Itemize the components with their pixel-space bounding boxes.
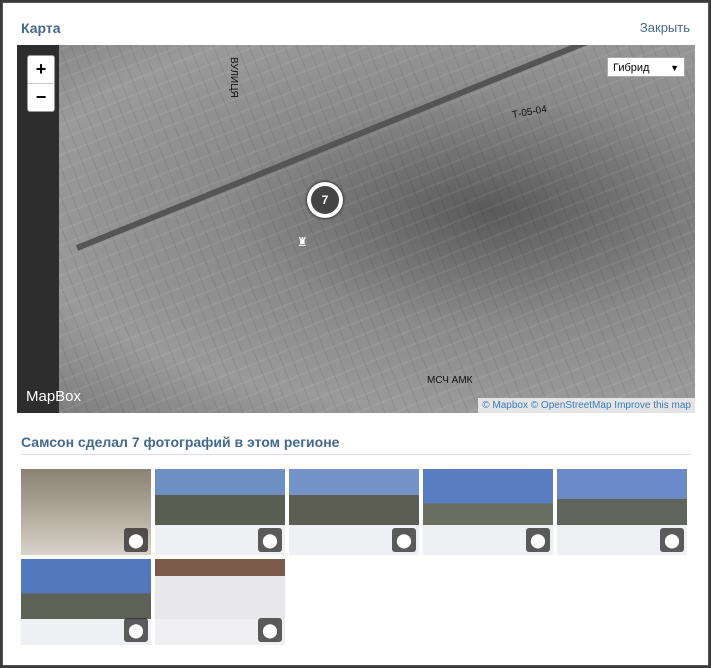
photo-thumbnail[interactable]: ⬤ [423, 469, 553, 555]
zoom-in-button[interactable]: + [28, 56, 54, 83]
photo-cluster-marker[interactable]: 7 [307, 182, 343, 218]
cluster-count: 7 [311, 186, 339, 214]
photo-thumbnail[interactable]: ⬤ [155, 469, 285, 555]
chevron-down-icon: ▼ [670, 63, 679, 73]
osm-link[interactable]: © OpenStreetMap [531, 400, 612, 411]
photo-thumbnail[interactable]: ⬤ [289, 469, 419, 555]
map-label: ВУЛИЦЯ [228, 57, 239, 98]
photos-heading: Самсон сделал 7 фотографий в этом регион… [21, 434, 340, 450]
train-station-icon: ♜ [297, 235, 308, 249]
photo-thumbnail[interactable]: ⬤ [155, 559, 285, 645]
railway [75, 45, 695, 251]
map-view[interactable]: + − Гибрид ▼ ВУЛИЦЯ Т-05-04 МСЧ АМК 7 ♜ M… [17, 45, 695, 413]
map-pin-icon[interactable]: ⬤ [526, 528, 550, 552]
attribution: © Mapbox © OpenStreetMap Improve this ma… [478, 398, 695, 413]
zoom-out-button[interactable]: − [28, 83, 54, 111]
map-label: Т-05-04 [511, 104, 548, 121]
map-pin-icon[interactable]: ⬤ [392, 528, 416, 552]
mapbox-logo: MapBox [26, 388, 82, 405]
photo-thumbnail[interactable]: ⬤ [557, 469, 687, 555]
map-pin-icon[interactable]: ⬤ [124, 618, 148, 642]
photo-thumbnail[interactable]: ⬤ [21, 469, 151, 555]
modal-title: Карта [21, 20, 61, 36]
improve-map-link[interactable]: Improve this map [614, 400, 691, 411]
map-modal: Карта Закрыть + − Гибрид ▼ ВУЛИЦЯ Т-05-04… [2, 2, 709, 666]
map-pin-icon[interactable]: ⬤ [660, 528, 684, 552]
photo-thumbnail[interactable]: ⬤ [21, 559, 151, 645]
map-pin-icon[interactable]: ⬤ [258, 528, 282, 552]
zoom-control: + − [27, 55, 55, 112]
layer-select-value: Гибрид [613, 62, 650, 74]
mapbox-link[interactable]: © Mapbox [482, 400, 528, 411]
map-pin-icon[interactable]: ⬤ [258, 618, 282, 642]
map-label: МСЧ АМК [427, 375, 473, 386]
layer-select[interactable]: Гибрид ▼ [607, 57, 685, 77]
map-pin-icon[interactable]: ⬤ [124, 528, 148, 552]
divider [21, 454, 691, 455]
close-link[interactable]: Закрыть [640, 20, 690, 35]
